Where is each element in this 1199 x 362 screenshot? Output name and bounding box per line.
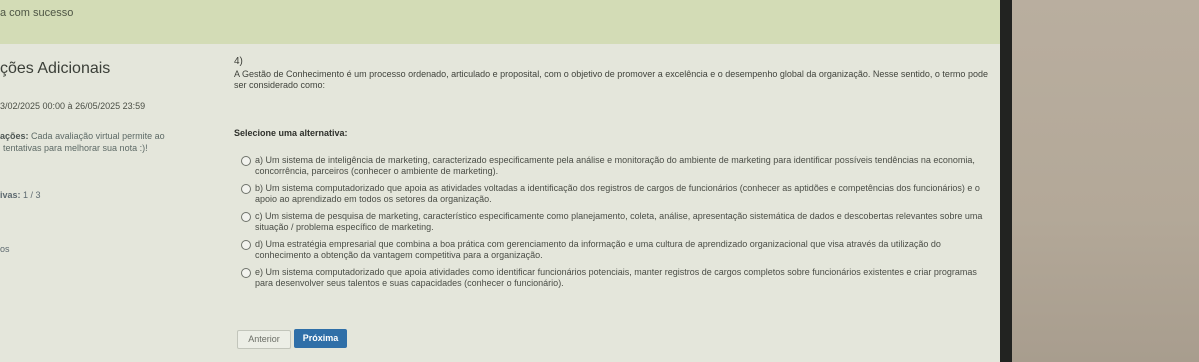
answer-prompt: Selecione uma alternativa: [234,128,348,138]
previous-button[interactable]: Anterior [237,330,291,349]
success-message: a com sucesso [0,7,74,19]
option-a[interactable]: a) Um sistema de inteligência de marketi… [241,155,996,177]
radio-e[interactable] [241,268,251,278]
radio-d[interactable] [241,240,251,250]
attempts-label: ivas: [0,190,21,200]
question-stem: A Gestão de Conhecimento é um processo o… [234,69,988,90]
option-e-text: e) Um sistema computadorizado que apoia … [255,267,977,288]
info-sidebar: ções Adicionais 3/02/2025 00:00 à 26/05/… [0,44,222,362]
background-wall [1012,0,1199,362]
attempt-note-line2: tentativas para melhorar sua nota :)! [3,143,148,153]
question-number: 4) [234,56,243,67]
radio-b[interactable] [241,184,251,194]
option-b[interactable]: b) Um sistema computadorizado que apoia … [241,183,996,205]
monitor-bezel [1000,0,1012,362]
option-e[interactable]: e) Um sistema computadorizado que apoia … [241,267,996,289]
attempts-value: 1 / 3 [23,190,41,200]
radio-a[interactable] [241,156,251,166]
option-d-text: d) Uma estratégia empresarial que combin… [255,239,941,260]
availability-dates: 3/02/2025 00:00 à 26/05/2025 23:59 [0,101,146,111]
option-b-text: b) Um sistema computadorizado que apoia … [255,183,980,204]
option-c-text: c) Um sistema de pesquisa de marketing, … [255,211,983,232]
option-a-text: a) Um sistema de inteligência de marketi… [255,155,975,176]
attempts-count: ivas: 1 / 3 [0,190,41,200]
attempt-note: ações: Cada avaliação virtual permite ao [0,131,165,141]
option-d[interactable]: d) Uma estratégia empresarial que combin… [241,239,996,261]
attempt-note-label: ações: [0,131,29,141]
sidebar-title: ções Adicionais [0,60,111,77]
quiz-screen: a com sucesso ções Adicionais 3/02/2025 … [0,0,1000,362]
attempt-note-line1: Cada avaliação virtual permite ao [31,131,165,141]
success-banner: a com sucesso [0,0,1000,44]
sidebar-fragment: os [0,244,10,254]
option-c[interactable]: c) Um sistema de pesquisa de marketing, … [241,211,996,233]
next-button[interactable]: Próxima [294,329,347,348]
radio-c[interactable] [241,212,251,222]
